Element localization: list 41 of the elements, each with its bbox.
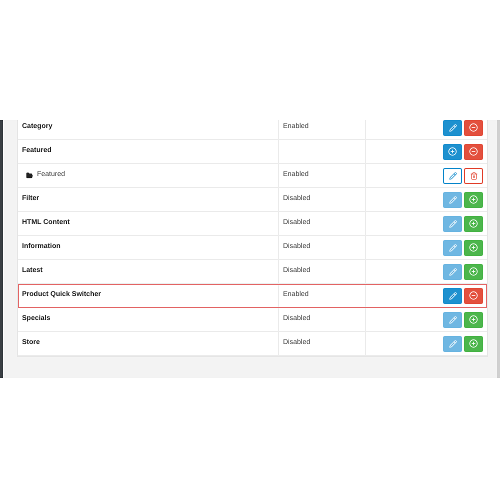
edit-button[interactable] xyxy=(443,240,462,256)
edit-button[interactable] xyxy=(443,336,462,352)
install-button[interactable] xyxy=(464,240,483,256)
install-button[interactable] xyxy=(464,264,483,280)
uninstall-button[interactable] xyxy=(464,120,483,136)
install-button[interactable] xyxy=(464,336,483,352)
plus-circle-icon xyxy=(469,267,478,276)
folder-icon xyxy=(26,172,33,179)
edit-button[interactable] xyxy=(443,120,462,136)
edit-button[interactable] xyxy=(443,312,462,328)
pencil-icon xyxy=(448,124,456,132)
uninstall-button[interactable] xyxy=(464,144,483,160)
edit-button[interactable] xyxy=(443,264,462,280)
edit-button[interactable] xyxy=(443,168,462,184)
minus-circle-icon xyxy=(469,291,478,300)
edit-button[interactable] xyxy=(443,192,462,208)
plus-circle-icon xyxy=(469,315,478,324)
minus-circle-icon xyxy=(469,147,478,156)
pencil-icon xyxy=(448,196,456,204)
plus-circle-icon xyxy=(469,339,478,348)
minus-circle-icon xyxy=(469,123,478,132)
pencil-icon xyxy=(448,172,456,180)
add-button[interactable] xyxy=(443,144,462,160)
uninstall-button[interactable] xyxy=(464,288,483,304)
pencil-icon xyxy=(448,292,456,300)
trash-icon xyxy=(470,172,478,180)
plus-circle-icon xyxy=(448,147,457,156)
delete-button[interactable] xyxy=(464,168,483,184)
plus-circle-icon xyxy=(469,195,478,204)
pencil-icon xyxy=(448,244,456,252)
plus-circle-icon xyxy=(469,243,478,252)
plus-circle-icon xyxy=(469,219,478,228)
install-button[interactable] xyxy=(464,192,483,208)
pencil-icon xyxy=(448,340,456,348)
pencil-icon xyxy=(448,268,456,276)
install-button[interactable] xyxy=(464,216,483,232)
pencil-icon xyxy=(448,316,456,324)
pencil-icon xyxy=(448,220,456,228)
install-button[interactable] xyxy=(464,312,483,328)
edit-button[interactable] xyxy=(443,288,462,304)
edit-button[interactable] xyxy=(443,216,462,232)
